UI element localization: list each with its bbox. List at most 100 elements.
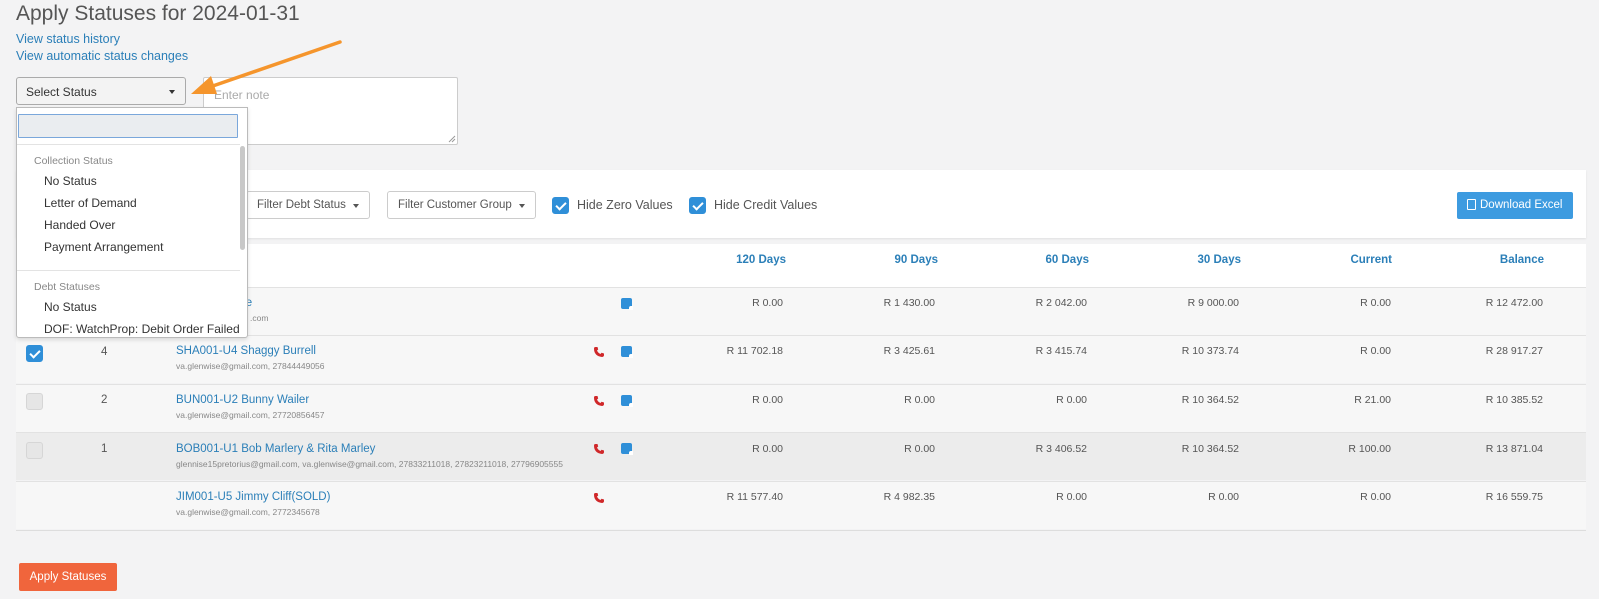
- dropdown-option[interactable]: Letter of Demand: [44, 196, 137, 210]
- table-row: [16, 287, 1586, 335]
- amount-90-days: R 4 982.35: [883, 491, 935, 503]
- amount-60-days: R 2 042.00: [1035, 297, 1087, 309]
- column-header-current[interactable]: Current: [1296, 254, 1392, 266]
- row-checkbox[interactable]: [26, 393, 43, 410]
- amount-30-days: R 10 364.52: [1181, 443, 1239, 455]
- amount-30-days: R 10 364.52: [1181, 394, 1239, 406]
- caret-down-icon: [519, 204, 525, 208]
- amount-current: R 0.00: [1360, 345, 1391, 357]
- view-automatic-status-changes-link[interactable]: View automatic status changes: [16, 49, 188, 63]
- row-checkbox[interactable]: [26, 442, 43, 459]
- dropdown-group-label: Collection Status: [34, 155, 113, 167]
- amount-current: R 100.00: [1348, 443, 1391, 455]
- hide-credit-values-label: Hide Credit Values: [714, 198, 818, 212]
- dropdown-option[interactable]: Payment Arrangement: [44, 240, 163, 254]
- amount-90-days: R 3 425.61: [883, 345, 935, 357]
- row-number: 1: [101, 443, 108, 455]
- amount-90-days: R 1 430.00: [883, 297, 935, 309]
- customer-name-link[interactable]: SHA001-U4 Shaggy Burrell: [176, 345, 316, 357]
- apply-statuses-button[interactable]: Apply Statuses: [19, 563, 117, 591]
- phone-icon[interactable]: [593, 443, 605, 455]
- notes-icon[interactable]: [621, 346, 633, 358]
- customer-contact: va.glenwise@gmail.com, 27720856457: [176, 410, 325, 420]
- customer-name-link[interactable]: JIM001-U5 Jimmy Cliff(SOLD): [176, 491, 330, 503]
- dropdown-option[interactable]: Handed Over: [44, 218, 115, 232]
- dropdown-option[interactable]: DOF: WatchProp: Debit Order Failed: [44, 322, 240, 336]
- hide-zero-values-label: Hide Zero Values: [577, 198, 673, 212]
- page-title: Apply Statuses for 2024-01-31: [16, 2, 300, 25]
- amount-balance: R 28 917.27: [1485, 345, 1543, 357]
- phone-icon[interactable]: [593, 395, 605, 407]
- column-header-60-days[interactable]: 60 Days: [993, 254, 1089, 266]
- amount-120-days: R 11 702.18: [726, 345, 783, 357]
- amount-60-days: R 3 415.74: [1035, 345, 1087, 357]
- notes-icon[interactable]: [621, 395, 633, 407]
- amount-balance: R 12 472.00: [1485, 297, 1543, 309]
- status-dropdown-menu: Collection Status No Status Letter of De…: [16, 107, 248, 338]
- table-row: [16, 432, 1586, 480]
- customer-name-link[interactable]: BOB001-U1 Bob Marlery & Rita Marley: [176, 443, 375, 455]
- customer-contact: .com: [250, 313, 269, 323]
- resize-grip-icon[interactable]: [448, 135, 456, 143]
- column-header-balance[interactable]: Balance: [1448, 254, 1544, 266]
- dropdown-option[interactable]: No Status: [44, 300, 97, 314]
- caret-down-icon: [353, 204, 359, 208]
- row-checkbox[interactable]: [26, 345, 43, 362]
- table-row: [16, 481, 1586, 529]
- amount-60-days: R 3 406.52: [1035, 443, 1087, 455]
- row-number: 4: [101, 346, 108, 358]
- view-status-history-link[interactable]: View status history: [16, 32, 120, 46]
- filter-customer-group-dropdown[interactable]: Filter Customer Group: [387, 191, 536, 219]
- amount-balance: R 10 385.52: [1485, 394, 1543, 406]
- amount-balance: R 13 871.04: [1485, 443, 1543, 455]
- dropdown-divider: [17, 144, 240, 145]
- notes-icon[interactable]: [621, 443, 633, 455]
- hide-credit-values-checkbox[interactable]: [689, 197, 706, 214]
- table-row: [16, 335, 1586, 383]
- amount-60-days: R 0.00: [1056, 491, 1087, 503]
- status-search-input[interactable]: [18, 114, 238, 138]
- amount-90-days: R 0.00: [904, 443, 935, 455]
- download-excel-label: Download Excel: [1480, 199, 1563, 211]
- amount-30-days: R 10 373.74: [1181, 345, 1239, 357]
- table-row: [16, 384, 1586, 432]
- phone-icon[interactable]: [593, 492, 605, 504]
- table-bottom-border: [16, 530, 1586, 531]
- amount-90-days: R 0.00: [904, 394, 935, 406]
- column-header-120-days[interactable]: 120 Days: [690, 254, 786, 266]
- customer-name-link[interactable]: BUN001-U2 Bunny Wailer: [176, 394, 309, 406]
- amount-120-days: R 11 577.40: [726, 491, 783, 503]
- caret-down-icon: [169, 90, 175, 94]
- annotation-arrow-icon: [191, 40, 342, 94]
- amount-60-days: R 0.00: [1056, 394, 1087, 406]
- amount-120-days: R 0.00: [752, 394, 783, 406]
- dropdown-group-label: Debt Statuses: [34, 281, 100, 293]
- dropdown-scrollbar[interactable]: [240, 146, 245, 250]
- amount-current: R 0.00: [1360, 297, 1391, 309]
- amount-120-days: R 0.00: [752, 443, 783, 455]
- amount-120-days: R 0.00: [752, 297, 783, 309]
- file-icon: [1467, 199, 1476, 210]
- filter-debt-status-dropdown[interactable]: Filter Debt Status: [246, 191, 370, 219]
- notes-icon[interactable]: [621, 298, 633, 310]
- amount-30-days: R 9 000.00: [1187, 297, 1239, 309]
- filter-debt-status-label: Filter Debt Status: [257, 199, 346, 211]
- customer-contact: va.glenwise@gmail.com, 2772345678: [176, 507, 320, 517]
- column-header-90-days[interactable]: 90 Days: [842, 254, 938, 266]
- customer-contact: va.glenwise@gmail.com, 27844449056: [176, 361, 325, 371]
- dropdown-divider: [17, 270, 240, 271]
- amount-balance: R 16 559.75: [1485, 491, 1543, 503]
- row-number: 2: [101, 394, 108, 406]
- filter-customer-group-label: Filter Customer Group: [398, 199, 512, 211]
- status-select-label: Select Status: [26, 85, 97, 99]
- amount-current: R 0.00: [1360, 491, 1391, 503]
- status-select[interactable]: Select Status: [16, 77, 186, 105]
- amount-30-days: R 0.00: [1208, 491, 1239, 503]
- phone-icon[interactable]: [593, 346, 605, 358]
- amount-current: R 21.00: [1354, 394, 1391, 406]
- hide-zero-values-checkbox[interactable]: [552, 197, 569, 214]
- customer-contact: glennise15pretorius@gmail.com, va.glenwi…: [176, 459, 563, 469]
- download-excel-button[interactable]: Download Excel: [1457, 192, 1573, 219]
- dropdown-option[interactable]: No Status: [44, 174, 97, 188]
- column-header-30-days[interactable]: 30 Days: [1145, 254, 1241, 266]
